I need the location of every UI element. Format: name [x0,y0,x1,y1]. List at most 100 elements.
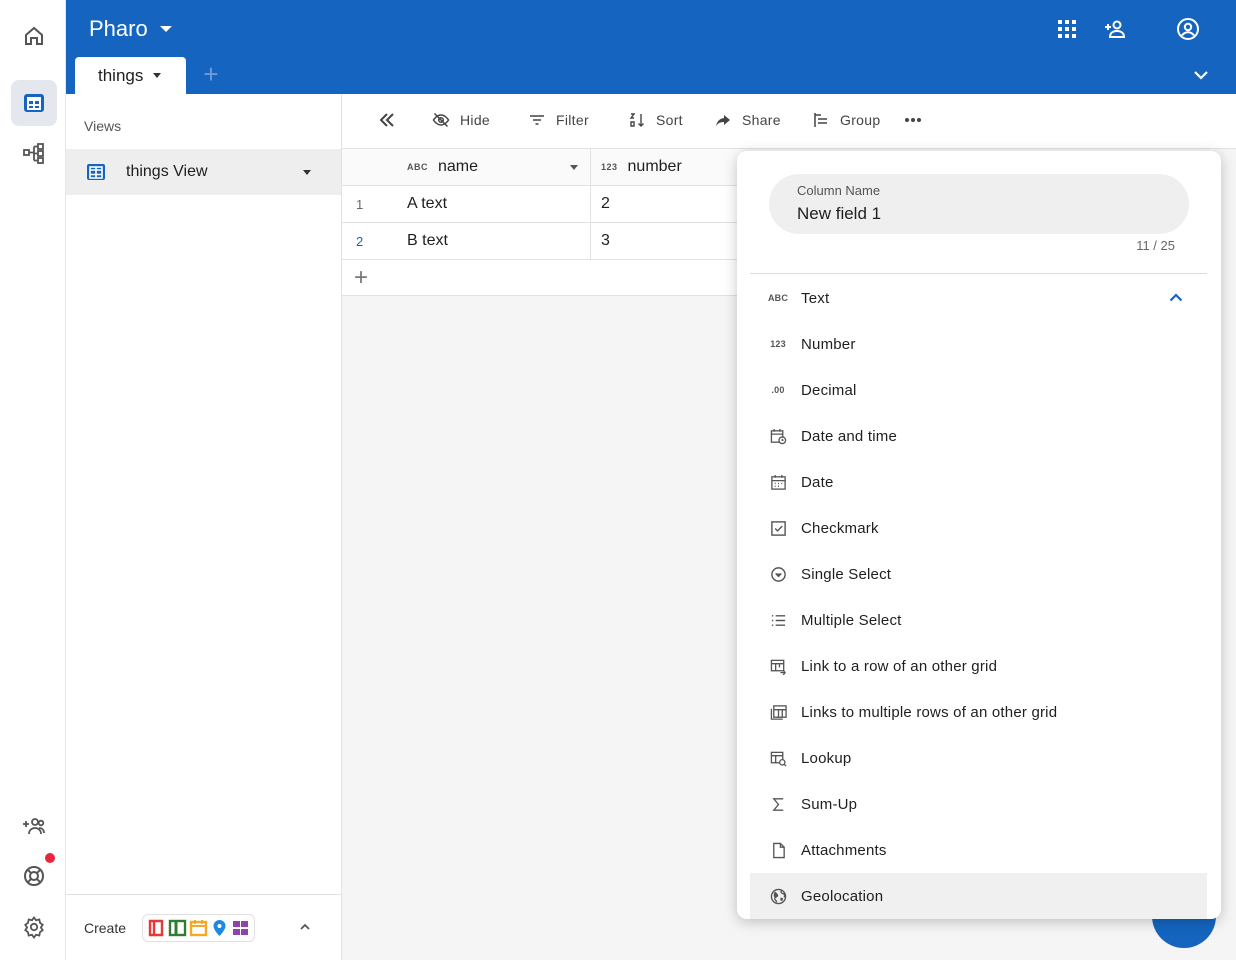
file-icon [769,841,787,859]
group-label: Group [840,112,881,128]
char-counter: 11 / 25 [1136,238,1175,253]
share-arrow-icon [716,115,730,126]
column-header-name[interactable]: ABC name [399,149,591,185]
group-button[interactable]: Group [812,111,880,129]
hide-button[interactable]: Hide [432,111,490,129]
column-header-number[interactable]: 123 number [591,149,742,185]
text-type-icon: ABC [407,162,428,172]
left-rail [0,0,66,960]
type-sum-up[interactable]: Sum-Up [750,781,1207,827]
type-number[interactable]: 123 Number [750,321,1207,367]
type-label: Links to multiple rows of an other grid [801,703,1058,721]
type-label: Date [801,473,834,491]
chevron-down-icon[interactable] [1192,66,1210,84]
type-geolocation[interactable]: Geolocation [750,873,1207,919]
type-label: Text [801,289,830,307]
collapse-panel-icon[interactable] [378,111,396,129]
list-icon [769,611,787,629]
abc-icon: ABC [767,293,789,303]
type-label: Number [801,335,856,353]
chevron-up-icon[interactable] [1169,292,1183,302]
filter-button[interactable]: Filter [528,111,589,129]
type-link-to-row[interactable]: Link to a row of an other grid [750,643,1207,689]
share-button[interactable]: Share [714,111,781,129]
globe-icon [769,887,787,905]
table-cell[interactable]: A text [399,186,591,222]
type-label: Date and time [801,427,897,445]
type-label: Lookup [801,749,852,767]
number-icon: 123 [770,339,786,349]
table-row[interactable]: 1 A text 2 [342,186,742,223]
type-decimal[interactable]: .00 Decimal [750,367,1207,413]
create-label: Create [84,919,127,936]
sort-label: Sort [656,112,683,128]
filter-icon [530,115,544,125]
notification-dot [45,853,55,863]
column-name-input[interactable] [797,204,1161,224]
type-label: Multiple Select [801,611,902,629]
type-date-and-time[interactable]: Date and time [750,413,1207,459]
type-label: Sum-Up [801,795,858,813]
checkbox-icon [769,519,787,537]
type-links-to-multiple-rows[interactable]: Links to multiple rows of an other grid [750,689,1207,735]
type-single-select[interactable]: Single Select [750,551,1207,597]
decimal-icon: .00 [771,385,785,395]
caret-down-icon[interactable] [153,73,162,78]
settings-icon[interactable] [11,904,57,950]
table-cell[interactable]: 3 [591,223,742,259]
add-person-icon[interactable] [1101,15,1129,43]
column-name-field[interactable]: Column Name [769,174,1189,234]
home-icon[interactable] [11,13,57,59]
eye-off-icon [432,112,450,128]
calendar-icon [769,473,787,491]
app-title-dropdown[interactable]: Pharo [89,16,172,42]
calendar-clock-icon [769,427,787,445]
type-multiple-select[interactable]: Multiple Select [750,597,1207,643]
add-tab-icon[interactable]: + [200,61,222,87]
kanban-icon[interactable] [168,918,187,938]
caret-down-icon[interactable] [570,165,578,170]
table-row[interactable]: 2 B text 3 [342,223,742,260]
chevron-up-icon[interactable] [299,921,311,933]
view-item-things-view[interactable]: things View [66,149,341,195]
caret-down-icon[interactable] [303,170,311,175]
column-type-list: ABC Text 123 Number .00 Decimal Date and… [750,275,1207,919]
views-heading: Views [84,118,122,134]
sigma-icon [769,795,787,813]
views-panel: Views things View Create [66,94,342,960]
type-date[interactable]: Date [750,459,1207,505]
sort-icon [629,113,644,127]
table-cell[interactable]: 2 [591,186,742,222]
sort-button[interactable]: Sort [628,111,683,129]
type-label: Single Select [801,565,892,583]
type-lookup[interactable]: Lookup [750,735,1207,781]
type-attachments[interactable]: Attachments [750,827,1207,873]
view-item-label: things View [126,163,208,180]
gallery-icon[interactable] [231,918,250,938]
number-type-icon: 123 [601,162,618,172]
row-index-header [342,149,399,185]
table-link-icon [769,657,787,675]
account-icon[interactable] [1174,15,1202,43]
new-column-popup: Column Name 11 / 25 ABC Text 123 Number … [737,151,1221,919]
tab-things[interactable]: things [75,57,186,94]
grid-icon[interactable] [11,80,57,126]
add-row-icon[interactable]: + [342,260,742,296]
grid-view-icon [87,164,105,180]
form-icon[interactable] [147,918,166,938]
toolbar: Hide Filter Sort Share Group [342,94,1236,149]
add-users-icon[interactable] [11,803,57,849]
diagram-icon[interactable] [11,130,57,176]
more-options-icon[interactable] [904,111,922,129]
table-cell[interactable]: B text [399,223,591,259]
type-checkmark[interactable]: Checkmark [750,505,1207,551]
column-name-label: Column Name [797,183,881,198]
column-label: number [627,158,682,175]
type-label: Decimal [801,381,857,399]
calendar-icon[interactable] [189,918,208,938]
grid-header-row: ABC name 123 number [342,149,742,186]
type-text[interactable]: ABC Text [750,275,1207,321]
help-icon[interactable] [11,853,57,899]
map-pin-icon[interactable] [210,918,229,938]
apps-grid-icon[interactable] [1053,15,1081,43]
